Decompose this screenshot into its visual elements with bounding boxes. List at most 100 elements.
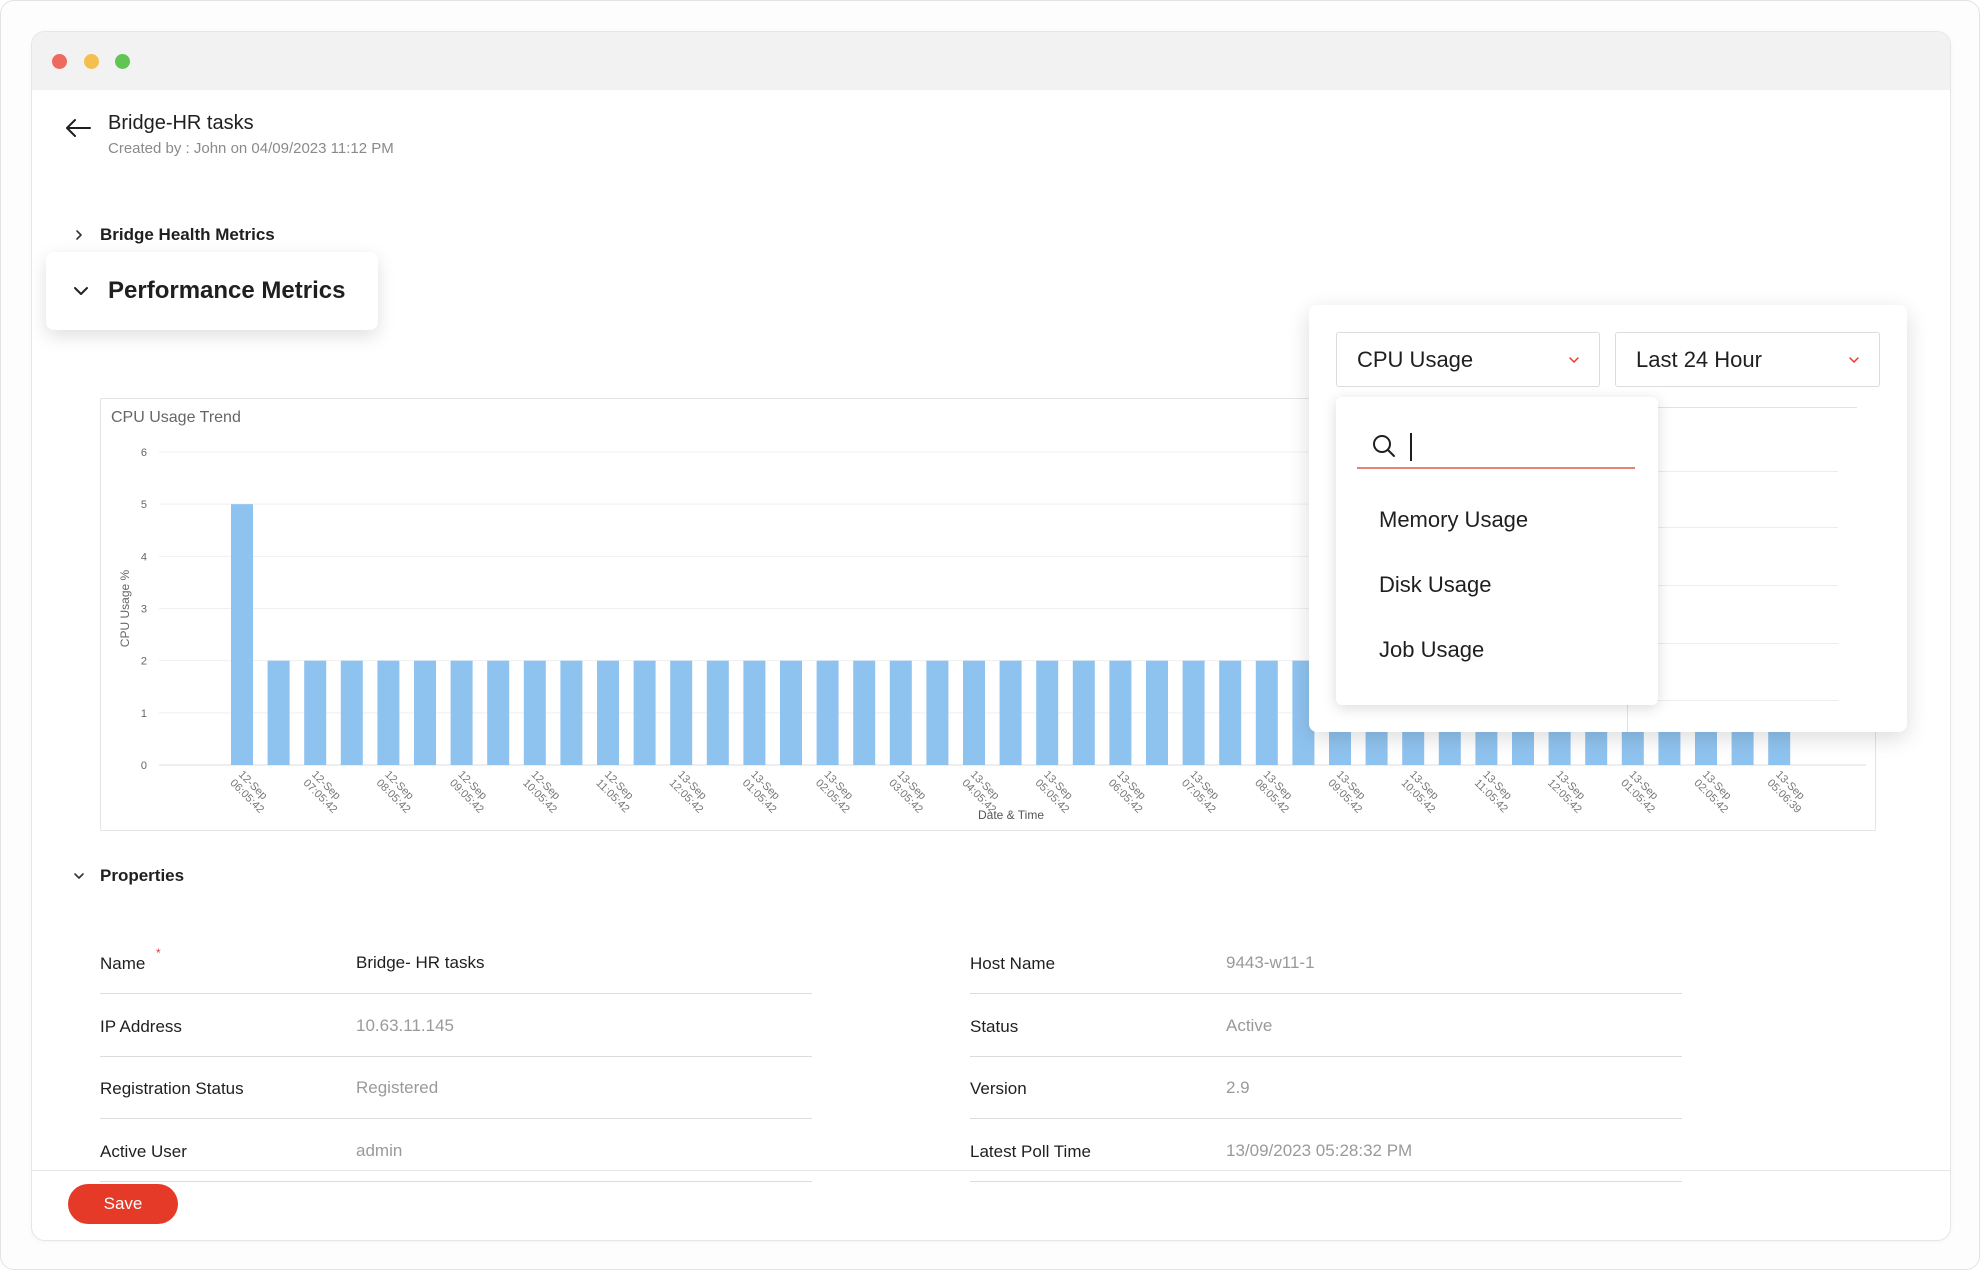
section-performance-label: Performance Metrics — [108, 277, 346, 304]
gridline — [1628, 643, 1838, 644]
bar — [1109, 660, 1132, 765]
time-range-select[interactable]: Last 24 Hour — [1615, 332, 1880, 387]
property-row-host-name: Host Name 9443-w11-1 — [970, 932, 1682, 994]
back-arrow-icon[interactable] — [62, 112, 94, 144]
metric-select[interactable]: CPU Usage — [1336, 332, 1600, 387]
x-tick-label: 13-Sep12:05:42 — [667, 769, 709, 816]
x-tick-label: 13-Sep10:05:42 — [1399, 769, 1441, 816]
y-tick-label: 0 — [141, 760, 147, 772]
property-value: Registered — [356, 1078, 439, 1097]
maximize-window-button[interactable] — [115, 54, 130, 69]
chevron-right-icon — [76, 230, 82, 240]
property-label: IP Address — [100, 1017, 182, 1036]
filter-panel-chart-area — [1627, 407, 1857, 732]
x-axis-label: Date & Time — [978, 808, 1044, 822]
x-tick-label: 13-Sep12:05:42 — [1545, 769, 1587, 816]
page-background: Bridge-HR tasks Created by : John on 04/… — [0, 0, 1980, 1270]
bar — [560, 660, 583, 765]
option-memory-usage[interactable]: Memory Usage — [1379, 507, 1528, 533]
bar — [1255, 660, 1278, 765]
property-label: Latest Poll Time — [970, 1142, 1091, 1161]
close-window-button[interactable] — [52, 54, 67, 69]
required-marker: * — [156, 946, 161, 960]
window-titlebar — [32, 32, 1950, 90]
property-value: 2.9 — [1226, 1078, 1250, 1097]
property-label: Name — [100, 954, 146, 973]
section-bridge-health-label: Bridge Health Metrics — [100, 225, 275, 244]
property-value: 13/09/2023 05:28:32 PM — [1226, 1141, 1413, 1160]
app-window: Bridge-HR tasks Created by : John on 04/… — [31, 31, 1951, 1241]
property-value: 10.63.11.145 — [356, 1016, 454, 1035]
save-button[interactable]: Save — [68, 1184, 178, 1224]
y-axis-label: CPU Usage % — [118, 569, 132, 647]
bar — [926, 660, 949, 765]
property-row-ip-address: IP Address 10.63.11.145 — [100, 995, 812, 1057]
x-tick-label: 12-Sep10:05:42 — [520, 769, 562, 816]
x-tick-label: 13-Sep01:05:42 — [1618, 769, 1660, 816]
x-tick-label: 12-Sep09:05:42 — [447, 769, 489, 816]
y-tick-label: 3 — [141, 604, 147, 616]
chevron-down-icon — [1569, 357, 1579, 363]
property-label: Host Name — [970, 954, 1056, 973]
minimize-window-button[interactable] — [84, 54, 99, 69]
dropdown-search-input[interactable] — [1405, 429, 1625, 465]
bar — [304, 660, 327, 765]
bar — [597, 660, 619, 765]
property-row-latest-poll-time: Latest Poll Time 13/09/2023 05:28:32 PM — [970, 1120, 1682, 1182]
bar — [780, 660, 802, 765]
option-disk-usage[interactable]: Disk Usage — [1379, 572, 1491, 598]
chevron-down-icon — [1849, 357, 1859, 363]
page-subtitle: Created by : John on 04/09/2023 11:12 PM — [108, 140, 394, 157]
bar — [743, 660, 766, 765]
dropdown-search — [1357, 429, 1635, 469]
bar — [999, 660, 1022, 765]
chart-filter-panel: CPU Usage Last 24 Hour Memory Usage Disk… — [1309, 305, 1907, 732]
property-value[interactable]: Bridge- HR tasks — [356, 953, 484, 973]
x-tick-label: 13-Sep03:05:42 — [886, 769, 928, 816]
section-properties-toggle[interactable]: Properties — [72, 866, 184, 886]
property-value: 9443-w11-1 — [1226, 953, 1315, 972]
metric-select-value: CPU Usage — [1357, 347, 1474, 372]
x-tick-label: 13-Sep08:05:42 — [1252, 769, 1294, 816]
x-tick-label: 13-Sep09:05:42 — [1325, 769, 1367, 816]
text-caret — [1410, 433, 1412, 461]
section-properties-label: Properties — [100, 866, 185, 885]
section-performance-toggle[interactable]: Performance Metrics — [46, 252, 378, 330]
property-row-name: Name * Bridge- HR tasks — [100, 932, 812, 994]
y-tick-label: 2 — [141, 656, 147, 668]
gridline — [1628, 585, 1838, 586]
bar — [889, 660, 912, 765]
x-tick-label: 13-Sep02:05:42 — [1691, 769, 1733, 816]
bar — [1182, 660, 1205, 765]
gridline — [1628, 700, 1838, 701]
x-tick-label: 13-Sep05:06:39 — [1765, 769, 1807, 816]
property-value: admin — [356, 1141, 403, 1160]
bar — [340, 660, 363, 765]
property-label: Status — [970, 1017, 1019, 1036]
x-tick-label: 12-Sep06:05:42 — [227, 769, 269, 816]
bar — [487, 660, 510, 765]
property-row-status: Status Active — [970, 995, 1682, 1057]
x-tick-label: 13-Sep02:05:42 — [813, 769, 855, 816]
bar — [231, 504, 253, 765]
bar — [267, 660, 290, 765]
property-row-registration-status: Registration Status Registered — [100, 1057, 812, 1119]
property-row-active-user: Active User admin — [100, 1120, 812, 1182]
y-tick-label: 6 — [141, 447, 147, 459]
search-icon — [1373, 435, 1395, 457]
x-tick-label: 13-Sep01:05:42 — [740, 769, 782, 816]
bar — [1146, 660, 1168, 765]
x-tick-label: 12-Sep11:05:42 — [593, 769, 635, 816]
option-job-usage[interactable]: Job Usage — [1379, 637, 1484, 663]
property-label: Version — [970, 1079, 1027, 1098]
bar — [1219, 660, 1242, 765]
bar — [633, 660, 656, 765]
gridline — [1628, 471, 1838, 472]
x-tick-label: 13-Sep06:05:42 — [1106, 769, 1148, 816]
bar — [450, 660, 473, 765]
bar — [1036, 660, 1059, 765]
property-label: Registration Status — [100, 1079, 244, 1098]
property-label: Active User — [100, 1142, 187, 1161]
section-bridge-health-toggle[interactable]: Bridge Health Metrics — [72, 225, 275, 245]
bar — [1072, 660, 1095, 765]
